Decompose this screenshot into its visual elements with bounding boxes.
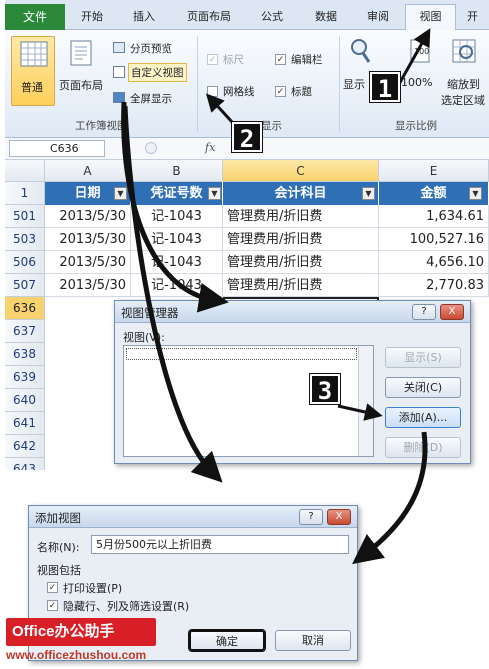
annotation-arrows	[121, 28, 431, 565]
callout-3: 3	[310, 374, 340, 405]
arrow-3	[337, 403, 383, 421]
arrow-1	[396, 28, 431, 87]
callout-1: 1	[370, 72, 400, 103]
brand-logo: Office办公助手	[6, 618, 156, 646]
arrow-2c	[122, 105, 223, 483]
arrow-2a	[205, 93, 234, 124]
brand-site: www.officezhushou.com	[6, 648, 147, 662]
callout-2: 2	[232, 122, 262, 153]
arrow-3b	[352, 431, 428, 565]
arrow-2b	[121, 101, 229, 313]
